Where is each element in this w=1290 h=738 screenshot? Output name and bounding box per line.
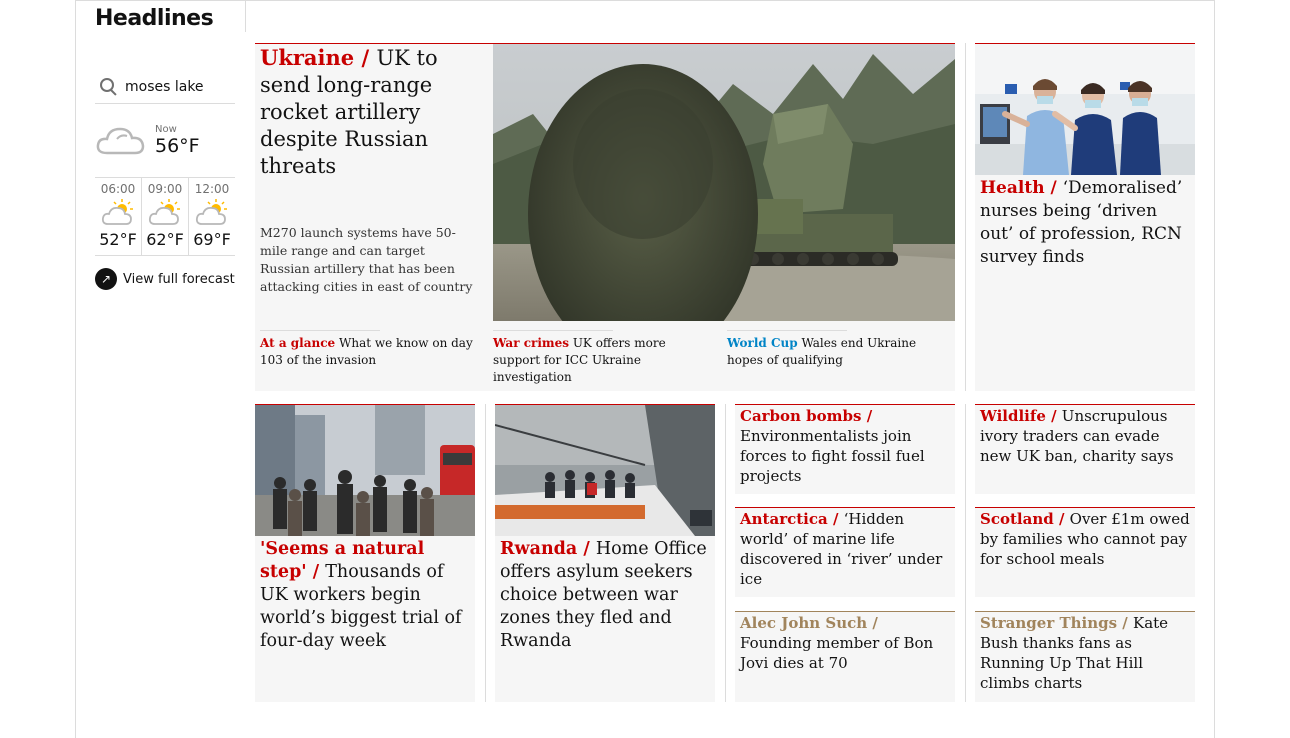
story-card[interactable]: Alec John Such / Founding member of Bon … (735, 611, 955, 702)
now-label: Now (155, 124, 177, 135)
forecast-temperature: 69°F (193, 230, 231, 249)
nurses-photo[interactable] (975, 44, 1195, 175)
partly-sunny-icon (101, 199, 133, 225)
forecast-slot: 06:00 52°F (95, 178, 142, 255)
story-card[interactable]: Wildlife / Unscrupulous ivory traders ca… (975, 404, 1195, 494)
partly-sunny-icon (195, 199, 227, 225)
sublink-kicker: World Cup (727, 336, 798, 350)
forecast-time: 06:00 (100, 182, 136, 196)
story-headline[interactable]: Wildlife / Unscrupulous ivory traders ca… (980, 406, 1192, 466)
story-headline[interactable]: Alec John Such / Founding member of Bon … (740, 613, 952, 673)
partly-sunny-icon (148, 199, 180, 225)
story-card[interactable]: Rwanda / Home Office offers asylum seeke… (495, 404, 715, 702)
sublink[interactable]: World Cup Wales end Ukraine hopes of qua… (727, 330, 937, 369)
kicker-separator: / (867, 614, 878, 632)
hourly-forecast: 06:00 52°F 09:00 62°F 12:00 69°F (95, 178, 235, 256)
sublink-rule (493, 330, 613, 331)
sublink-kicker: War crimes (493, 336, 569, 350)
column-divider (965, 43, 966, 391)
story-kicker: Ukraine (260, 45, 355, 70)
story-headline[interactable]: Carbon bombs / Environmentalists join fo… (740, 406, 952, 486)
column-divider (725, 404, 726, 702)
kicker-separator: / (1117, 614, 1133, 632)
story-kicker: Wildlife (980, 407, 1046, 425)
sublink-kicker: At a glance (260, 336, 336, 350)
headline-text: Founding member of Bon Jovi dies at 70 (740, 634, 934, 672)
story-headline[interactable]: Antarctica / ‘Hidden world’ of marine li… (740, 509, 952, 589)
kicker-separator: / (306, 562, 326, 582)
story-headline[interactable]: Rwanda / Home Office offers asylum seeke… (500, 538, 712, 653)
forecast-slot: 09:00 62°F (142, 178, 189, 255)
cloudy-icon (96, 127, 145, 154)
location-input[interactable] (125, 78, 235, 95)
story-kicker: Rwanda (500, 539, 578, 559)
main-headline[interactable]: Ukraine / UK to send long-range rocket a… (260, 44, 488, 180)
story-headline[interactable]: Stranger Things / Kate Bush thanks fans … (980, 613, 1192, 693)
forecast-temperature: 62°F (146, 230, 184, 249)
current-weather: Now 56°F (95, 104, 235, 178)
kicker-separator: / (1053, 510, 1070, 528)
story-kicker: Scotland (980, 510, 1054, 528)
story-card[interactable]: Antarctica / ‘Hidden world’ of marine li… (735, 507, 955, 597)
commuters-photo[interactable] (255, 405, 475, 536)
sublink-rule (260, 330, 380, 331)
forecast-temperature: 52°F (99, 230, 137, 249)
story-kicker: Antarctica (740, 510, 828, 528)
story-trail: M270 launch systems have 50-mile range a… (260, 225, 473, 294)
forecast-slot: 12:00 69°F (189, 178, 235, 255)
kicker-separator: / (861, 407, 873, 425)
section-title: Headlines (95, 6, 214, 31)
now-temperature: 56°F (155, 135, 200, 157)
full-forecast-link[interactable]: ↗ View full forecast (95, 268, 235, 290)
story-kicker: Health (980, 178, 1045, 198)
kicker-separator: / (577, 539, 596, 559)
story-kicker: Carbon bombs (740, 407, 862, 425)
divider (245, 0, 246, 32)
story-card[interactable]: Stranger Things / Kate Bush thanks fans … (975, 611, 1195, 702)
location-search (95, 70, 235, 104)
story-card[interactable]: 'Seems a natural step' / Thousands of UK… (255, 404, 475, 702)
kicker-separator: / (1045, 407, 1062, 425)
story-card[interactable]: Carbon bombs / Environmentalists join fo… (735, 404, 955, 494)
forecast-time: 09:00 (147, 182, 183, 196)
kicker-separator: / (1044, 178, 1063, 198)
story-headline[interactable]: 'Seems a natural step' / Thousands of UK… (260, 538, 472, 653)
forecast-time: 12:00 (194, 182, 230, 196)
story-kicker: Alec John Such (740, 614, 868, 632)
boat-photo[interactable] (495, 405, 715, 536)
kicker-separator: / (827, 510, 844, 528)
story-kicker: Stranger Things (980, 614, 1118, 632)
health-story-card[interactable]: Health / ‘Demoralised’ nurses being ‘dri… (975, 43, 1195, 391)
column-divider (485, 404, 486, 702)
column-divider (965, 404, 966, 702)
headline-text: Environmentalists join forces to fight f… (740, 427, 925, 485)
full-forecast-label: View full forecast (123, 271, 235, 287)
health-headline[interactable]: Health / ‘Demoralised’ nurses being ‘dri… (980, 177, 1192, 269)
sublink[interactable]: At a glance What we know on day 103 of t… (260, 330, 475, 369)
story-card[interactable]: Scotland / Over £1m owed by families who… (975, 507, 1195, 597)
story-headline[interactable]: Scotland / Over £1m owed by families who… (980, 509, 1192, 569)
search-icon (99, 77, 119, 97)
sublink[interactable]: War crimes UK offers more support for IC… (493, 330, 693, 386)
weather-widget: Now 56°F 06:00 52°F 09:00 62°F 12:00 (95, 70, 235, 290)
sublink-rule (727, 330, 847, 331)
main-story-card[interactable]: Ukraine / UK to send long-range rocket a… (255, 43, 955, 391)
kicker-separator: / (354, 45, 377, 70)
external-link-icon: ↗ (95, 268, 117, 290)
rocket-launcher-photo[interactable] (493, 44, 955, 321)
